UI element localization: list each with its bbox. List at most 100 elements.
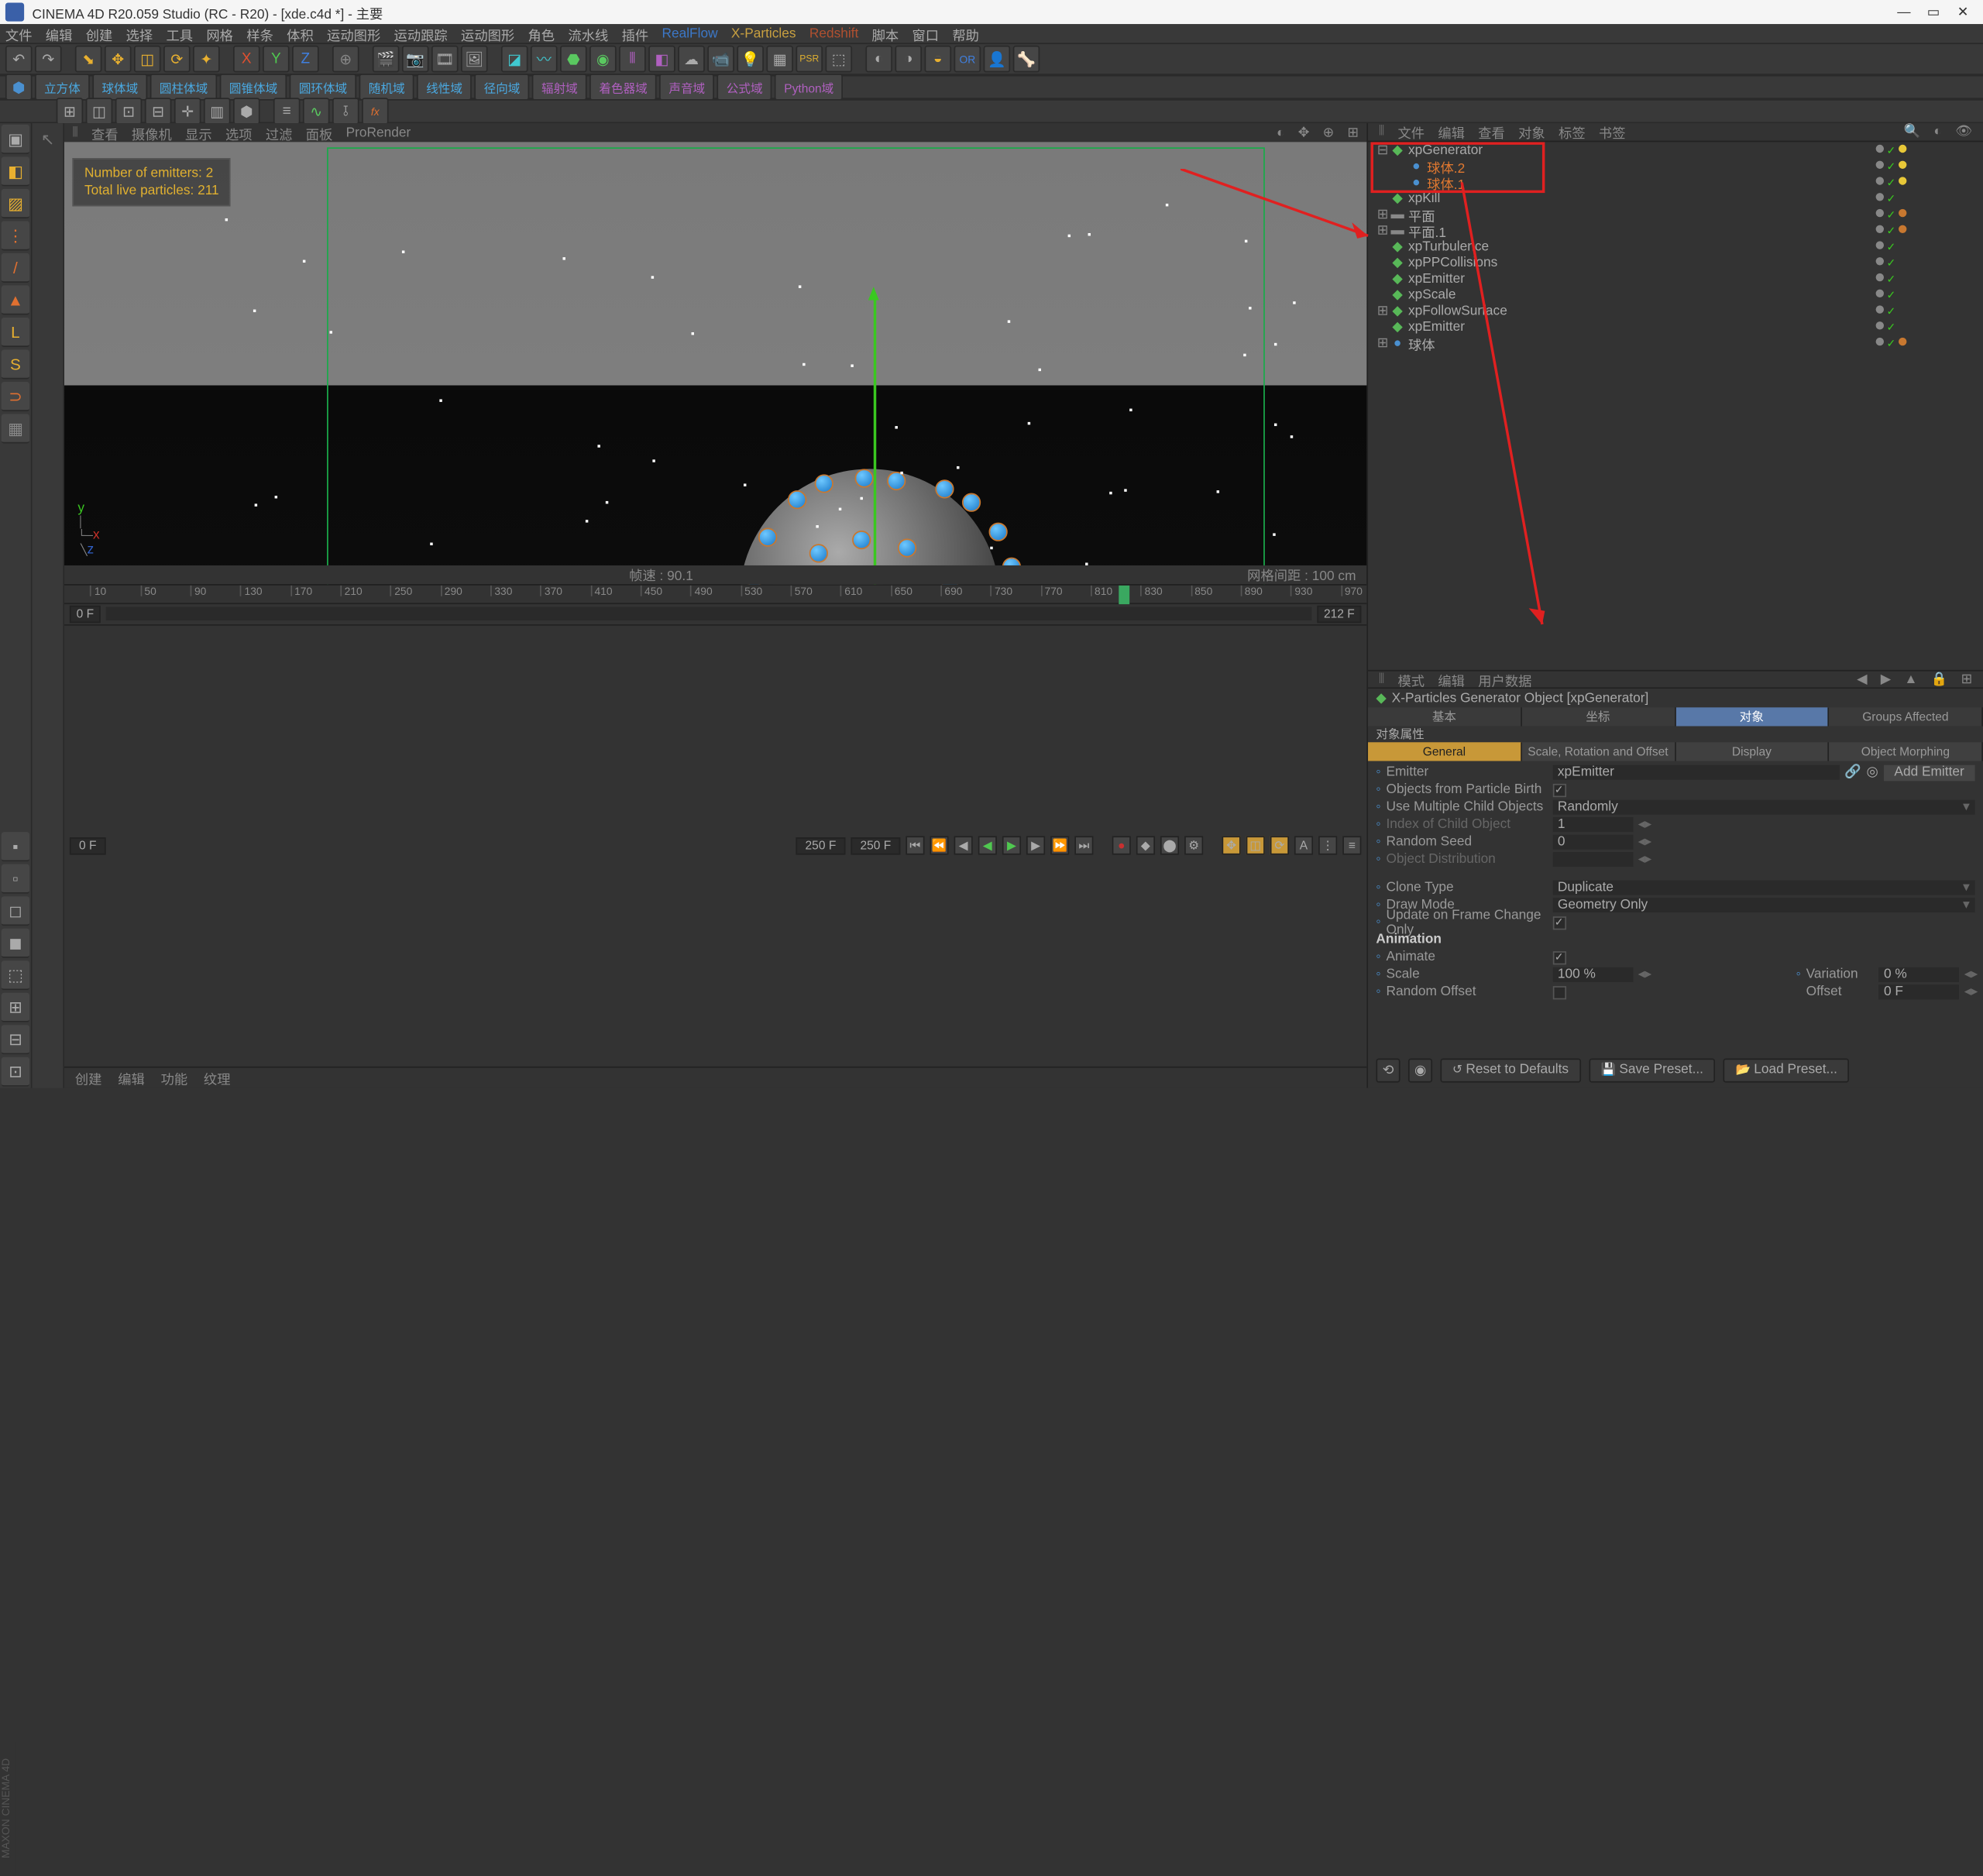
vp-panel[interactable]: 面板 xyxy=(306,122,333,143)
add-emitter-button[interactable]: Add Emitter xyxy=(1884,764,1975,781)
pal-random[interactable]: 辐射域 xyxy=(532,74,587,101)
rotate-tool[interactable]: ⟳ xyxy=(163,46,191,73)
bt-func[interactable]: 功能 xyxy=(161,1068,188,1088)
param-select[interactable]: Duplicate ▾ xyxy=(1552,880,1975,895)
object-row[interactable]: ◆xpPPCollisions✓ xyxy=(1368,255,1983,271)
object-name[interactable]: xpEmitter xyxy=(1405,320,1875,335)
menu-volume[interactable]: 体积 xyxy=(287,23,314,43)
psr-button[interactable]: PSR xyxy=(796,46,823,73)
expand-toggle[interactable]: ⊞ xyxy=(1376,335,1389,350)
coord-sys[interactable]: ⊕ xyxy=(332,46,359,73)
vp-options[interactable]: 选项 xyxy=(225,122,253,143)
param-bullet[interactable]: ◦ xyxy=(1376,800,1380,815)
menu-redshift[interactable]: Redshift xyxy=(809,26,858,41)
render-settings[interactable]: 🎞 xyxy=(431,46,459,73)
tag4[interactable]: 👤 xyxy=(984,46,1011,73)
pal-home[interactable]: ⬢ xyxy=(5,74,33,101)
param-select[interactable]: Randomly ▾ xyxy=(1552,800,1975,815)
object-name[interactable]: xpFollowSurface xyxy=(1405,304,1875,318)
axis-x[interactable]: X xyxy=(233,46,260,73)
object-name[interactable]: xpKill xyxy=(1405,191,1875,205)
light[interactable]: 💡 xyxy=(737,46,764,73)
vp-nav2[interactable]: ✥ xyxy=(1298,125,1310,140)
vp-nav1[interactable]: ◐ xyxy=(1277,125,1284,140)
render-view[interactable]: 🎬 xyxy=(373,46,400,73)
object-name[interactable]: 球体 xyxy=(1405,333,1875,353)
menu-spline[interactable]: 样条 xyxy=(246,23,273,43)
tl-pt[interactable]: ⋮ xyxy=(1318,837,1337,855)
subtab-general[interactable]: General xyxy=(1368,742,1521,761)
move-tool[interactable]: ✥ xyxy=(105,46,132,73)
preset-icon2[interactable]: ◉ xyxy=(1408,1058,1432,1082)
param-number[interactable]: 0 xyxy=(1552,835,1633,850)
object-row[interactable]: ⊞●球体✓ xyxy=(1368,335,1983,351)
bt-tex[interactable]: 纹理 xyxy=(204,1068,231,1088)
render-region[interactable]: 📷 xyxy=(402,46,429,73)
pal-v2[interactable]: ▫ xyxy=(2,864,29,894)
picture-viewer[interactable]: 🖼 xyxy=(461,46,488,73)
spl-smooth[interactable]: ∿ xyxy=(303,98,330,125)
snap-work[interactable]: ▥ xyxy=(204,98,231,125)
camera[interactable]: 📹 xyxy=(707,46,734,73)
prim-spline[interactable]: 〰 xyxy=(531,46,558,73)
pal-work[interactable]: ▦ xyxy=(2,414,29,443)
pal-v1[interactable]: ▪ xyxy=(2,832,29,861)
object-name[interactable]: 平面.1 xyxy=(1405,221,1875,241)
object-tags[interactable]: ✓ xyxy=(1876,176,1983,188)
menu-tools[interactable]: 工具 xyxy=(166,23,193,43)
menu-edit[interactable]: 编辑 xyxy=(46,23,73,43)
subdivision[interactable]: ◉ xyxy=(589,46,617,73)
om-edit[interactable]: 编辑 xyxy=(1432,122,1469,142)
tl-key[interactable]: ◆ xyxy=(1136,837,1155,855)
pal-cyl[interactable]: 圆锥体域 xyxy=(220,74,287,101)
tab-groups[interactable]: Groups Affected xyxy=(1830,707,1983,726)
tl-next-key[interactable]: ⏩ xyxy=(1050,837,1069,855)
param-bullet[interactable]: ◦ xyxy=(1376,898,1380,912)
object-tags[interactable]: ✓ xyxy=(1876,144,1983,156)
am-back[interactable]: ◀ xyxy=(1857,672,1867,686)
tl-s[interactable]: ◫ xyxy=(1246,837,1265,855)
pal-magnet[interactable]: ⊃ xyxy=(2,382,29,411)
pal-shader[interactable]: 着色器域 xyxy=(589,74,657,101)
am-mode[interactable]: 模式 xyxy=(1397,669,1425,689)
menu-select[interactable]: 选择 xyxy=(126,23,153,43)
vp-prorender[interactable]: ProRender xyxy=(346,125,411,140)
tag2[interactable]: ◑ xyxy=(895,46,922,73)
tag1[interactable]: ◐ xyxy=(865,46,892,73)
am-up[interactable]: ▲ xyxy=(1904,672,1917,686)
link-icon[interactable]: 🔗 xyxy=(1844,765,1861,780)
pal-cone[interactable]: 圆环体域 xyxy=(290,74,357,101)
snap-edge[interactable]: ◫ xyxy=(86,98,113,125)
vp-filter[interactable]: 过滤 xyxy=(266,122,293,143)
pal-torus[interactable]: 随机域 xyxy=(359,74,414,101)
pal-axis2[interactable]: L xyxy=(2,318,29,347)
vp-camera[interactable]: 摄像机 xyxy=(132,122,172,143)
tl-next[interactable]: ▶ xyxy=(1026,837,1045,855)
param-bullet[interactable]: ◦ xyxy=(1376,765,1380,780)
expand-toggle[interactable]: ⊞ xyxy=(1376,207,1389,222)
om-tag[interactable]: 标签 xyxy=(1553,122,1590,142)
tl-a[interactable]: A xyxy=(1294,837,1313,855)
param-bullet[interactable]: ◦ xyxy=(1376,984,1380,999)
pal-sound[interactable]: 声音域 xyxy=(659,74,714,101)
param-checkbox[interactable]: ✓ xyxy=(1552,783,1565,796)
array[interactable]: ⫴ xyxy=(619,46,646,73)
close-button[interactable]: ✕ xyxy=(1948,5,1978,19)
tl-auto[interactable]: ⬤ xyxy=(1160,837,1179,855)
om-obj[interactable]: 对象 xyxy=(1513,122,1550,142)
recent-tool[interactable]: ✦ xyxy=(193,46,220,73)
menu-window[interactable]: 窗口 xyxy=(912,23,939,43)
pal-linear[interactable]: 线性域 xyxy=(417,74,472,101)
object-name[interactable]: xpTurbulence xyxy=(1405,239,1875,254)
om-eye[interactable]: 👁 xyxy=(1950,125,1978,139)
menu-character[interactable]: 角色 xyxy=(528,23,555,43)
redo-button[interactable]: ↷ xyxy=(35,46,62,73)
tl-r[interactable]: ⟳ xyxy=(1270,837,1289,855)
param-bullet[interactable]: ◦ xyxy=(1376,852,1380,867)
expand-toggle[interactable]: ⊟ xyxy=(1376,143,1389,157)
pal-v4[interactable]: ◼ xyxy=(2,929,29,958)
tag3[interactable]: ◒ xyxy=(925,46,952,73)
vp-nav4[interactable]: ⊞ xyxy=(1347,125,1359,140)
load-preset-button[interactable]: 📂 Load Preset... xyxy=(1724,1058,1850,1082)
tl-last[interactable]: ⏭ xyxy=(1074,837,1093,855)
